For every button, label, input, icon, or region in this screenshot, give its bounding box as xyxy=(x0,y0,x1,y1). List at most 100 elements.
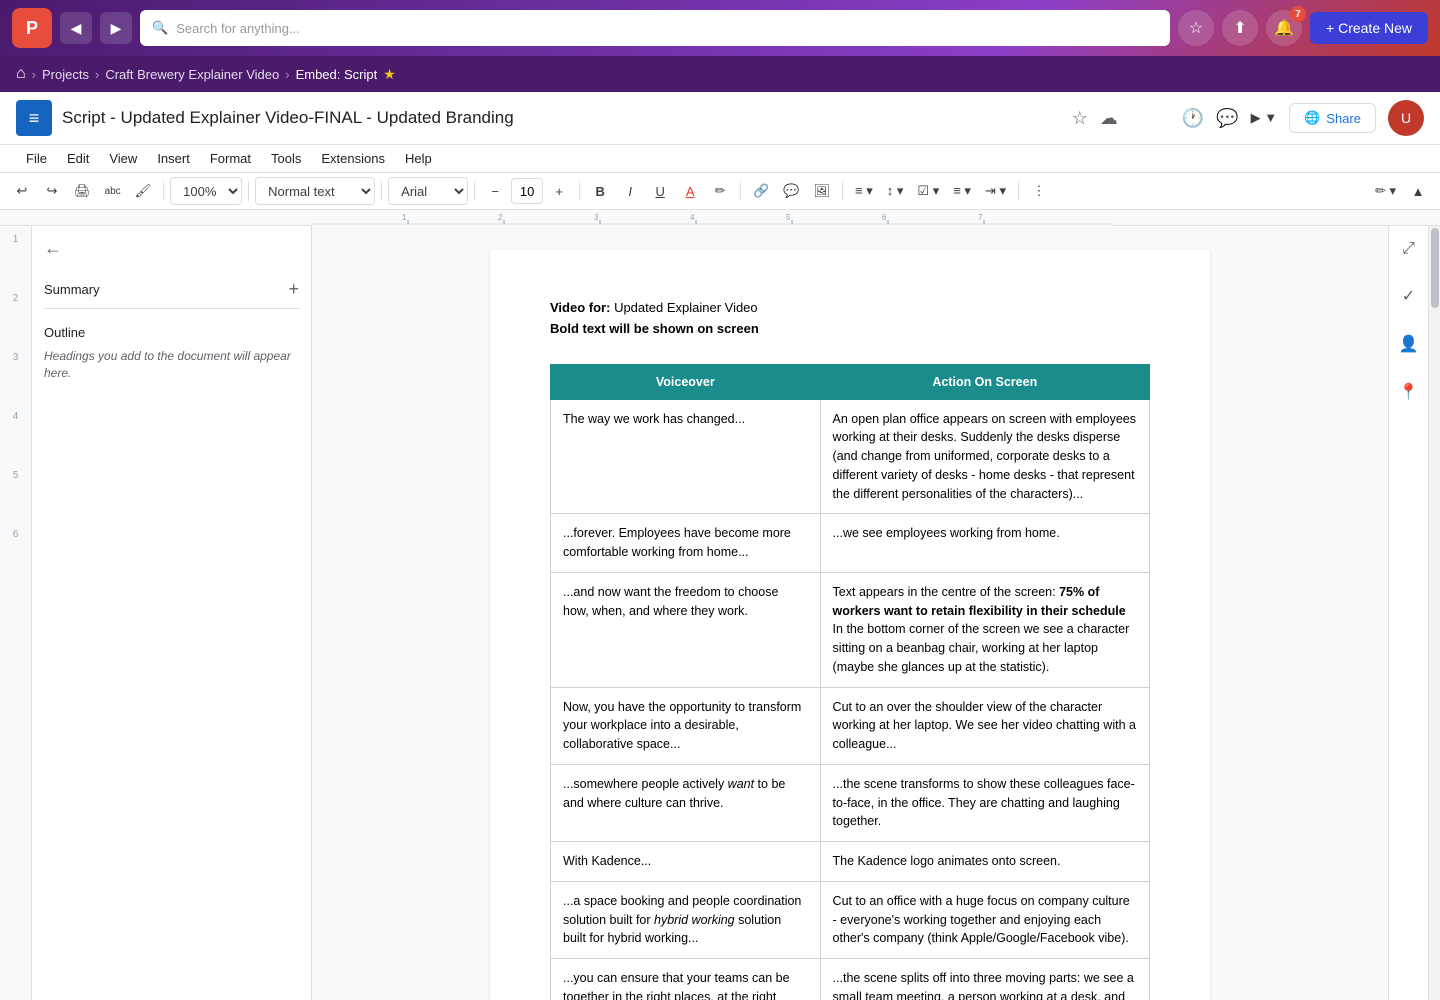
voiceover-cell: ...you can ensure that your teams can be… xyxy=(551,959,821,1000)
search-bar[interactable]: 🔍 Search for anything... xyxy=(140,10,1170,46)
image-button[interactable]: 🖼 xyxy=(808,177,837,205)
action-cell: An open plan office appears on screen wi… xyxy=(820,399,1149,514)
col-voiceover: Voiceover xyxy=(551,364,821,399)
menu-edit[interactable]: Edit xyxy=(57,147,99,170)
action-cell: ...the scene transforms to show these co… xyxy=(820,764,1149,841)
list-button[interactable]: ≡ ▾ xyxy=(947,177,977,205)
expand-button[interactable]: ▲ xyxy=(1404,177,1432,205)
redo-button[interactable]: ↪ xyxy=(38,177,66,205)
forward-icon: ▶ xyxy=(111,20,122,37)
doc-title[interactable]: Script - Updated Explainer Video-FINAL -… xyxy=(62,108,1062,128)
notifications-button[interactable]: 🔔 7 xyxy=(1266,10,1302,46)
user-avatar[interactable]: U xyxy=(1388,100,1424,136)
horizontal-ruler: 1 2 3 4 5 6 7 xyxy=(0,210,1440,226)
spellcheck-button[interactable]: abc xyxy=(99,177,127,205)
breadcrumb-current[interactable]: Embed: Script xyxy=(296,67,378,82)
document-area[interactable]: Video for: Updated Explainer Video Bold … xyxy=(312,226,1388,1000)
vertical-scrollbar[interactable] xyxy=(1428,226,1440,1000)
summary-add-button[interactable]: + xyxy=(288,279,299,300)
voiceover-cell: ...and now want the freedom to choose ho… xyxy=(551,572,821,687)
menu-tools[interactable]: Tools xyxy=(261,147,311,170)
font-select[interactable]: Arial xyxy=(388,177,468,205)
share-nav-button[interactable]: ⬆ xyxy=(1222,10,1258,46)
app-logo[interactable]: P xyxy=(12,8,52,48)
doc-cloud-icon[interactable]: ☁ xyxy=(1100,108,1118,129)
home-icon[interactable]: ⌂ xyxy=(16,65,26,83)
bold-button[interactable]: B xyxy=(586,177,614,205)
scroll-thumb[interactable] xyxy=(1431,228,1439,308)
style-select[interactable]: Normal text Heading 1 Heading 2 xyxy=(255,177,375,205)
sidebar-back-button[interactable]: ← xyxy=(44,238,299,259)
print-button[interactable]: 🖨 xyxy=(68,177,97,205)
svg-text:3: 3 xyxy=(594,213,599,222)
doc-star-icon[interactable]: ☆ xyxy=(1072,108,1088,129)
menu-extensions[interactable]: Extensions xyxy=(311,147,395,170)
expand-panel-icon[interactable]: ⤢ xyxy=(1396,234,1421,264)
checklist-button[interactable]: ☑ ▾ xyxy=(911,177,945,205)
intro-line2: Bold text will be shown on screen xyxy=(550,319,1150,340)
more-options-button[interactable]: ⋮ xyxy=(1025,177,1053,205)
intro-value-text: Updated Explainer Video xyxy=(614,300,758,315)
toolbar-sep-5 xyxy=(579,181,580,201)
indent-button[interactable]: ⇥ ▾ xyxy=(979,177,1012,205)
increase-font-button[interactable]: + xyxy=(545,177,573,205)
highlight-button[interactable]: ✏ xyxy=(706,177,734,205)
breadcrumb-projects[interactable]: Projects xyxy=(42,67,89,82)
breadcrumb-star[interactable]: ★ xyxy=(383,66,396,83)
paint-format-button[interactable]: 🖌 xyxy=(129,177,158,205)
menu-view[interactable]: View xyxy=(99,147,147,170)
toolbar-sep-1 xyxy=(163,181,164,201)
share-button[interactable]: 🌐 Share xyxy=(1289,103,1376,133)
table-row: ...somewhere people actively want to be … xyxy=(551,764,1150,841)
menu-file[interactable]: File xyxy=(16,147,57,170)
menu-format[interactable]: Format xyxy=(200,147,261,170)
zoom-select[interactable]: 100% 75% 125% xyxy=(170,177,242,205)
menu-help[interactable]: Help xyxy=(395,147,442,170)
action-cell: Cut to an over the shoulder view of the … xyxy=(820,687,1149,764)
breadcrumb-sep-2: › xyxy=(285,67,289,82)
doc-intro: Video for: Updated Explainer Video Bold … xyxy=(550,298,1150,340)
voiceover-cell: ...somewhere people actively want to be … xyxy=(551,764,821,841)
undo-button[interactable]: ↩ xyxy=(8,177,36,205)
breadcrumb-video[interactable]: Craft Brewery Explainer Video xyxy=(105,67,279,82)
forward-button[interactable]: ▶ xyxy=(100,12,132,44)
action-cell: Text appears in the centre of the screen… xyxy=(820,572,1149,687)
svg-text:7: 7 xyxy=(978,213,983,222)
search-icon: 🔍 xyxy=(152,20,168,36)
col-action: Action On Screen xyxy=(820,364,1149,399)
back-button[interactable]: ◀ xyxy=(60,12,92,44)
table-body: The way we work has changed...An open pl… xyxy=(551,399,1150,1000)
align-button[interactable]: ≡ ▾ xyxy=(849,177,879,205)
line-spacing-button[interactable]: ↕ ▾ xyxy=(881,177,910,205)
link-button[interactable]: 🔗 xyxy=(747,177,775,205)
font-color-button[interactable]: A xyxy=(676,177,704,205)
table-row: With Kadence...The Kadence logo animates… xyxy=(551,842,1150,882)
font-size-input[interactable] xyxy=(511,178,543,204)
table-header-row: Voiceover Action On Screen xyxy=(551,364,1150,399)
toolbar-sep-8 xyxy=(1018,181,1019,201)
person-panel-icon[interactable]: 👤 xyxy=(1393,328,1425,360)
comment-icon[interactable]: 💬 xyxy=(1216,108,1238,129)
comment-toolbar-button[interactable]: 💬 xyxy=(777,177,805,205)
share-label: Share xyxy=(1326,111,1361,126)
doc-header: ≡ Script - Updated Explainer Video-FINAL… xyxy=(0,92,1440,145)
doc-type-icon: ≡ xyxy=(16,100,52,136)
check-panel-icon[interactable]: ✓ xyxy=(1396,280,1421,312)
menu-insert[interactable]: Insert xyxy=(147,147,200,170)
edit-mode-button[interactable]: ✏ ▾ xyxy=(1369,177,1402,205)
table-row: ...a space booking and people coordinati… xyxy=(551,881,1150,958)
voiceover-cell: ...forever. Employees have become more c… xyxy=(551,514,821,573)
underline-button[interactable]: U xyxy=(646,177,674,205)
italic-button[interactable]: I xyxy=(616,177,644,205)
decrease-font-button[interactable]: − xyxy=(481,177,509,205)
ruler-mark-6: 6 xyxy=(13,529,19,540)
toolbar-sep-2 xyxy=(248,181,249,201)
video-icon[interactable]: ▶ ▼ xyxy=(1251,110,1277,126)
doc-icon-symbol: ≡ xyxy=(29,108,40,129)
document-sidebar: ← Summary + Outline Headings you add to … xyxy=(32,226,312,1000)
location-panel-icon[interactable]: 📍 xyxy=(1393,376,1425,408)
history-icon[interactable]: 🕐 xyxy=(1182,108,1204,129)
star-button[interactable]: ☆ xyxy=(1178,10,1214,46)
create-new-button[interactable]: + Create New xyxy=(1310,12,1428,44)
svg-text:6: 6 xyxy=(882,213,887,222)
